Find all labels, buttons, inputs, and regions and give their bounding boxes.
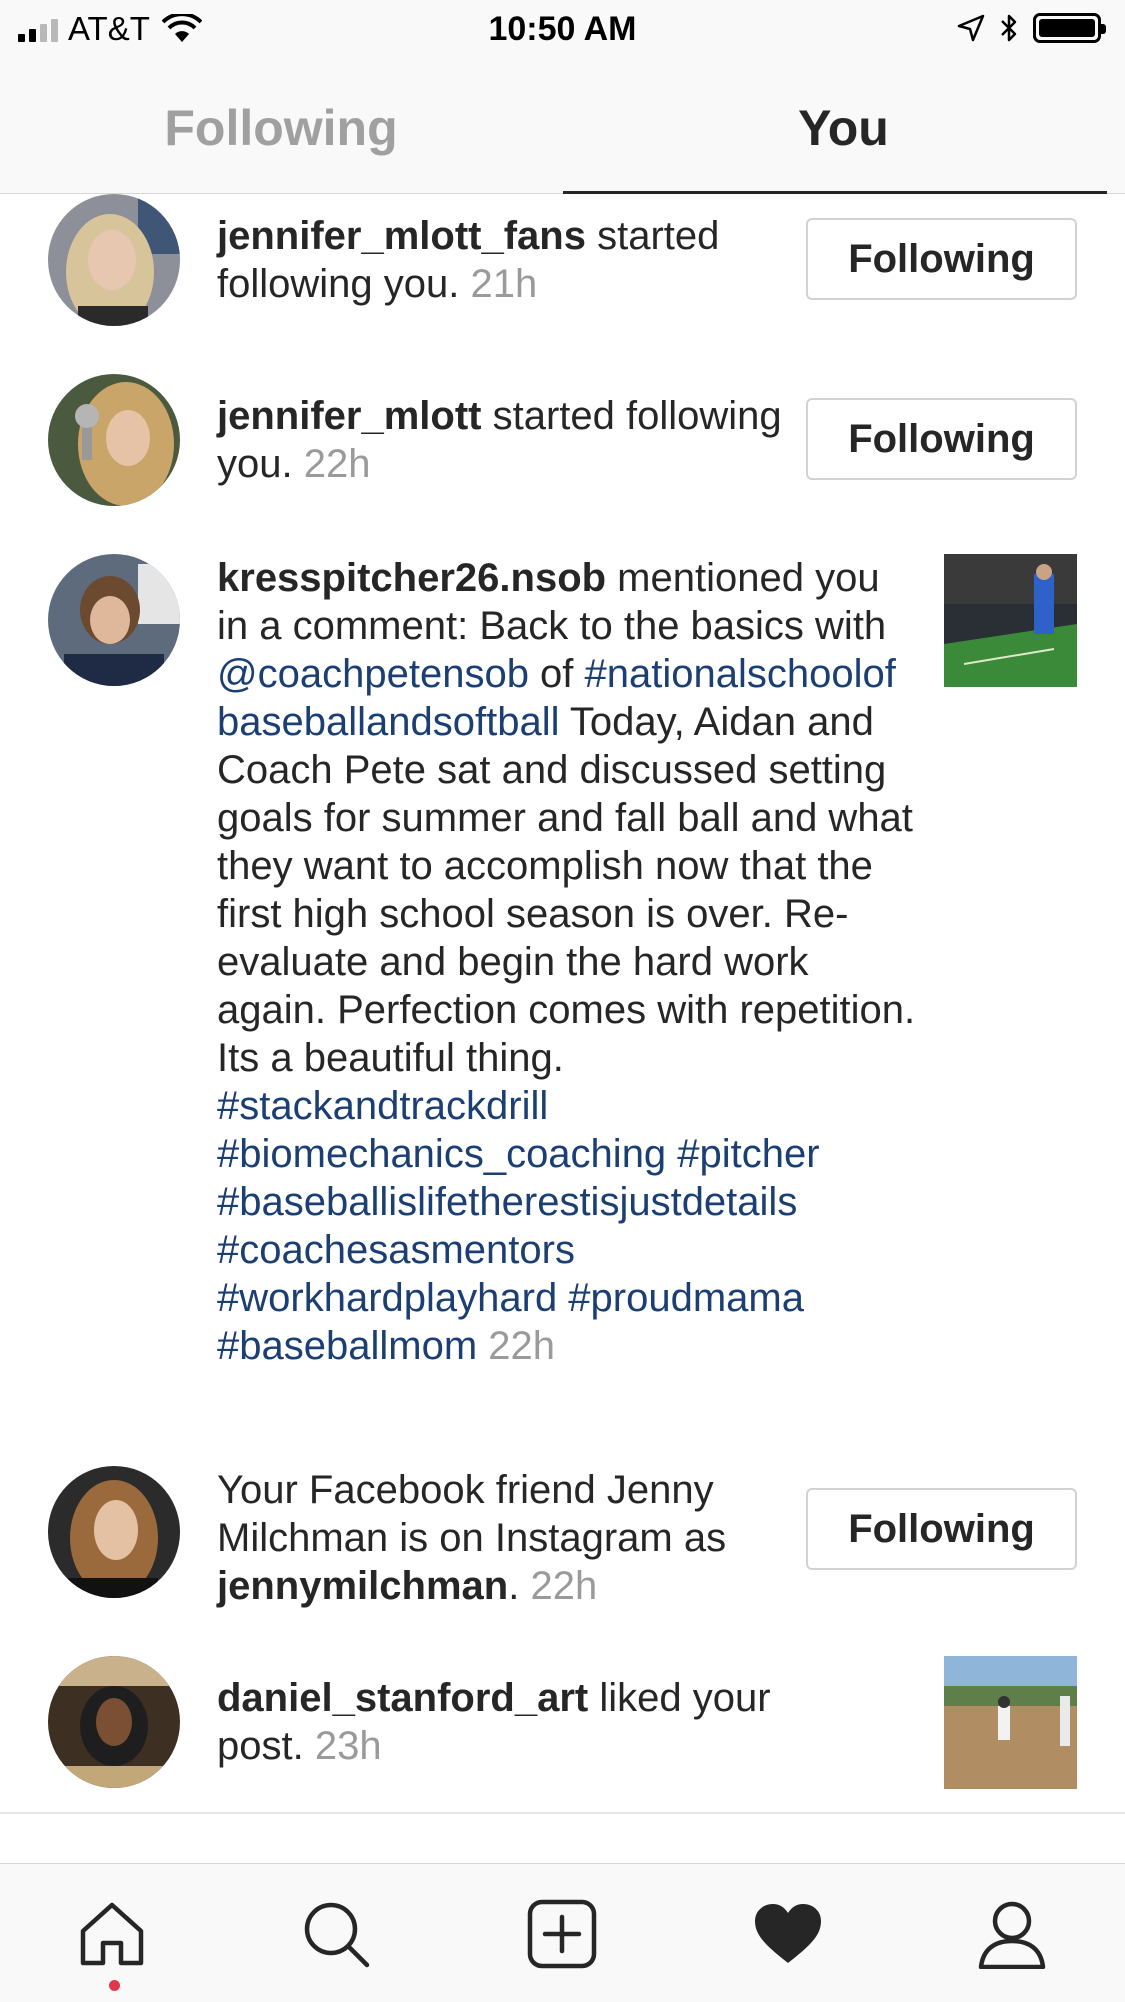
username-link[interactable]: jennifer_mlott_fans (217, 214, 586, 258)
feed-divider (0, 1812, 1125, 1814)
search-icon (304, 1902, 370, 1968)
tab-following-label: Following (164, 99, 398, 156)
username-link[interactable]: jennifer_mlott (217, 394, 481, 438)
username-link[interactable]: daniel_stanford_art (217, 1676, 588, 1720)
heart-icon (755, 1904, 821, 1963)
following-button[interactable]: Following (806, 1488, 1077, 1570)
timestamp: 22h (530, 1564, 598, 1608)
notification-suffix: . (508, 1564, 520, 1608)
timestamp: 21h (470, 262, 538, 306)
home-icon (80, 1902, 144, 1966)
status-right (957, 12, 1106, 44)
add-post-icon (527, 1899, 597, 1969)
tab-following[interactable]: Following (0, 62, 562, 193)
notification-text: daniel_stanford_art liked your post. 23h (217, 1674, 797, 1770)
avatar[interactable] (48, 1466, 180, 1598)
activity-tabs: Following You (0, 62, 1125, 194)
battery-icon (1033, 13, 1106, 43)
comment-body: Today, Aidan and Coach Pete sat and disc… (217, 700, 916, 1080)
nav-add-post[interactable] (522, 1894, 602, 1974)
notification-dot (109, 1980, 120, 1991)
following-button[interactable]: Following (806, 398, 1077, 480)
following-button[interactable]: Following (806, 218, 1077, 300)
notification-text: jennifer_mlott started following you. 22… (217, 392, 797, 488)
notification-text: jennifer_mlott_fans started following yo… (217, 212, 797, 308)
avatar[interactable] (48, 194, 180, 326)
avatar[interactable] (48, 554, 180, 686)
bluetooth-icon (1001, 14, 1017, 42)
avatar[interactable] (48, 1656, 180, 1788)
nav-profile[interactable] (972, 1894, 1052, 1974)
status-bar: AT&T 10:50 AM (0, 0, 1125, 62)
username-link[interactable]: kresspitcher26.nsob (217, 556, 606, 600)
tab-you[interactable]: You (562, 62, 1125, 194)
mention-link[interactable]: @coachpetensob (217, 652, 529, 696)
bottom-nav (0, 1863, 1125, 2002)
tab-you-label: You (798, 99, 889, 156)
post-thumbnail[interactable] (944, 554, 1077, 687)
location-arrow-icon (957, 14, 985, 42)
notification-prefix: Your Facebook friend Jenny Milchman is o… (217, 1468, 727, 1560)
nav-search[interactable] (296, 1894, 376, 1974)
nav-home[interactable] (72, 1894, 152, 1974)
post-thumbnail[interactable] (944, 1656, 1077, 1789)
nav-activity[interactable] (748, 1894, 828, 1974)
notification-action: of (528, 652, 585, 696)
timestamp: 23h (314, 1724, 382, 1768)
notification-text: Your Facebook friend Jenny Milchman is o… (217, 1466, 797, 1610)
notification-text: kresspitcher26.nsob mentioned you in a c… (217, 554, 917, 1370)
timestamp: 22h (303, 442, 371, 486)
timestamp: 22h (488, 1324, 556, 1368)
avatar[interactable] (48, 374, 180, 506)
profile-icon (978, 1901, 1046, 1969)
username-link[interactable]: jennymilchman (217, 1564, 508, 1608)
